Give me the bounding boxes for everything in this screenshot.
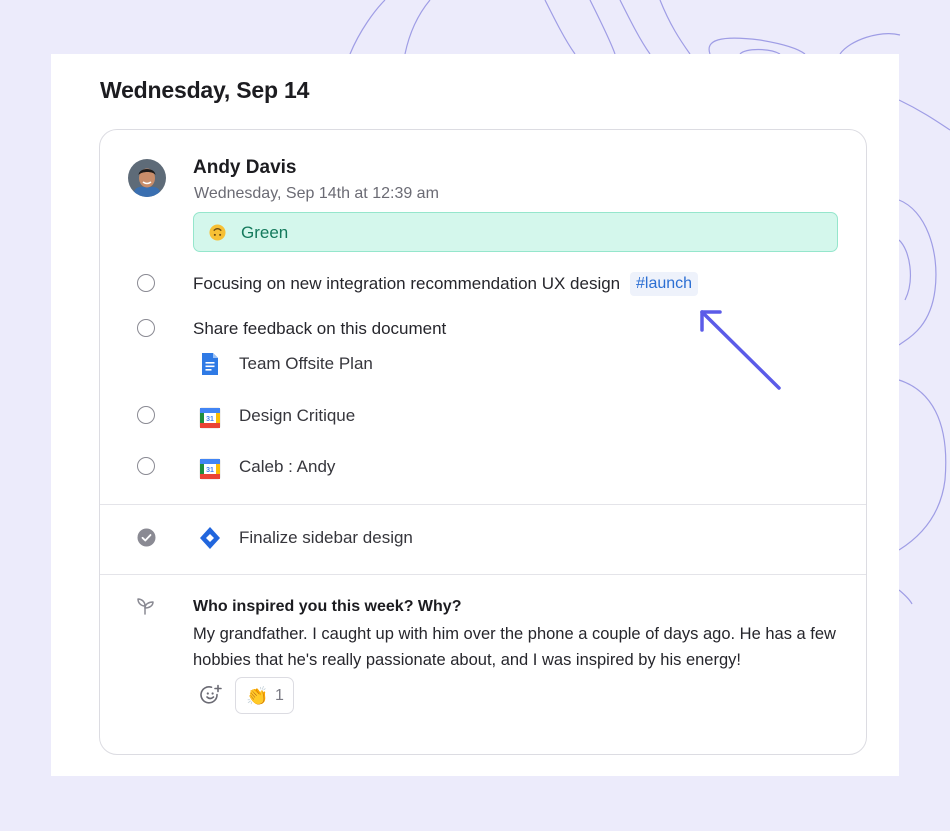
task-checkbox[interactable] [137,319,155,337]
section-divider [100,504,866,505]
task-text: Share feedback on this document [193,319,447,338]
google-calendar-icon: 31 [199,458,221,480]
sprout-icon [137,598,154,615]
task-checkbox[interactable] [137,457,155,475]
avatar-image [128,159,166,197]
date-heading: Wednesday, Sep 14 [100,77,310,103]
completed-check-icon[interactable] [137,528,156,547]
calendar-event-link[interactable]: Caleb : Andy [239,457,335,477]
task-text: Focusing on new integration recommendati… [193,274,621,293]
prompt-question: Who inspired you this week? Why? [193,598,462,615]
task-checkbox[interactable] [137,406,155,424]
prompt-answer: My grandfather. I caught up with him ove… [193,625,836,669]
calendar-event-link[interactable]: Design Critique [239,406,355,426]
user-name[interactable]: Andy Davis [193,157,296,179]
section-divider [100,574,866,575]
mood-status-badge: Green [193,212,838,252]
checkin-card: Andy Davis Wednesday, Sep 14th at 12:39 … [99,129,867,755]
add-reaction-icon[interactable] [200,684,222,706]
completed-task-text[interactable]: Finalize sidebar design [239,528,413,548]
reaction-button[interactable]: 👏 1 [235,677,294,714]
document-link[interactable]: Team Offsite Plan [239,354,373,374]
daily-checkin-panel: Wednesday, Sep 14 Andy Davis Wednesday, … [51,54,899,776]
svg-text:31: 31 [206,416,214,423]
upside-down-face-icon [209,224,226,241]
reaction-count: 1 [275,687,284,704]
jira-icon [200,527,220,549]
google-calendar-icon: 31 [199,407,221,429]
clapping-hands-icon: 👏 [246,686,269,706]
google-docs-icon [202,353,218,375]
svg-text:31: 31 [206,467,214,474]
avatar[interactable] [128,159,166,197]
task-checkbox[interactable] [137,274,155,292]
checkin-timestamp: Wednesday, Sep 14th at 12:39 am [194,185,439,202]
hashtag-link[interactable]: #launch [630,272,699,296]
mood-label: Green [241,223,289,242]
